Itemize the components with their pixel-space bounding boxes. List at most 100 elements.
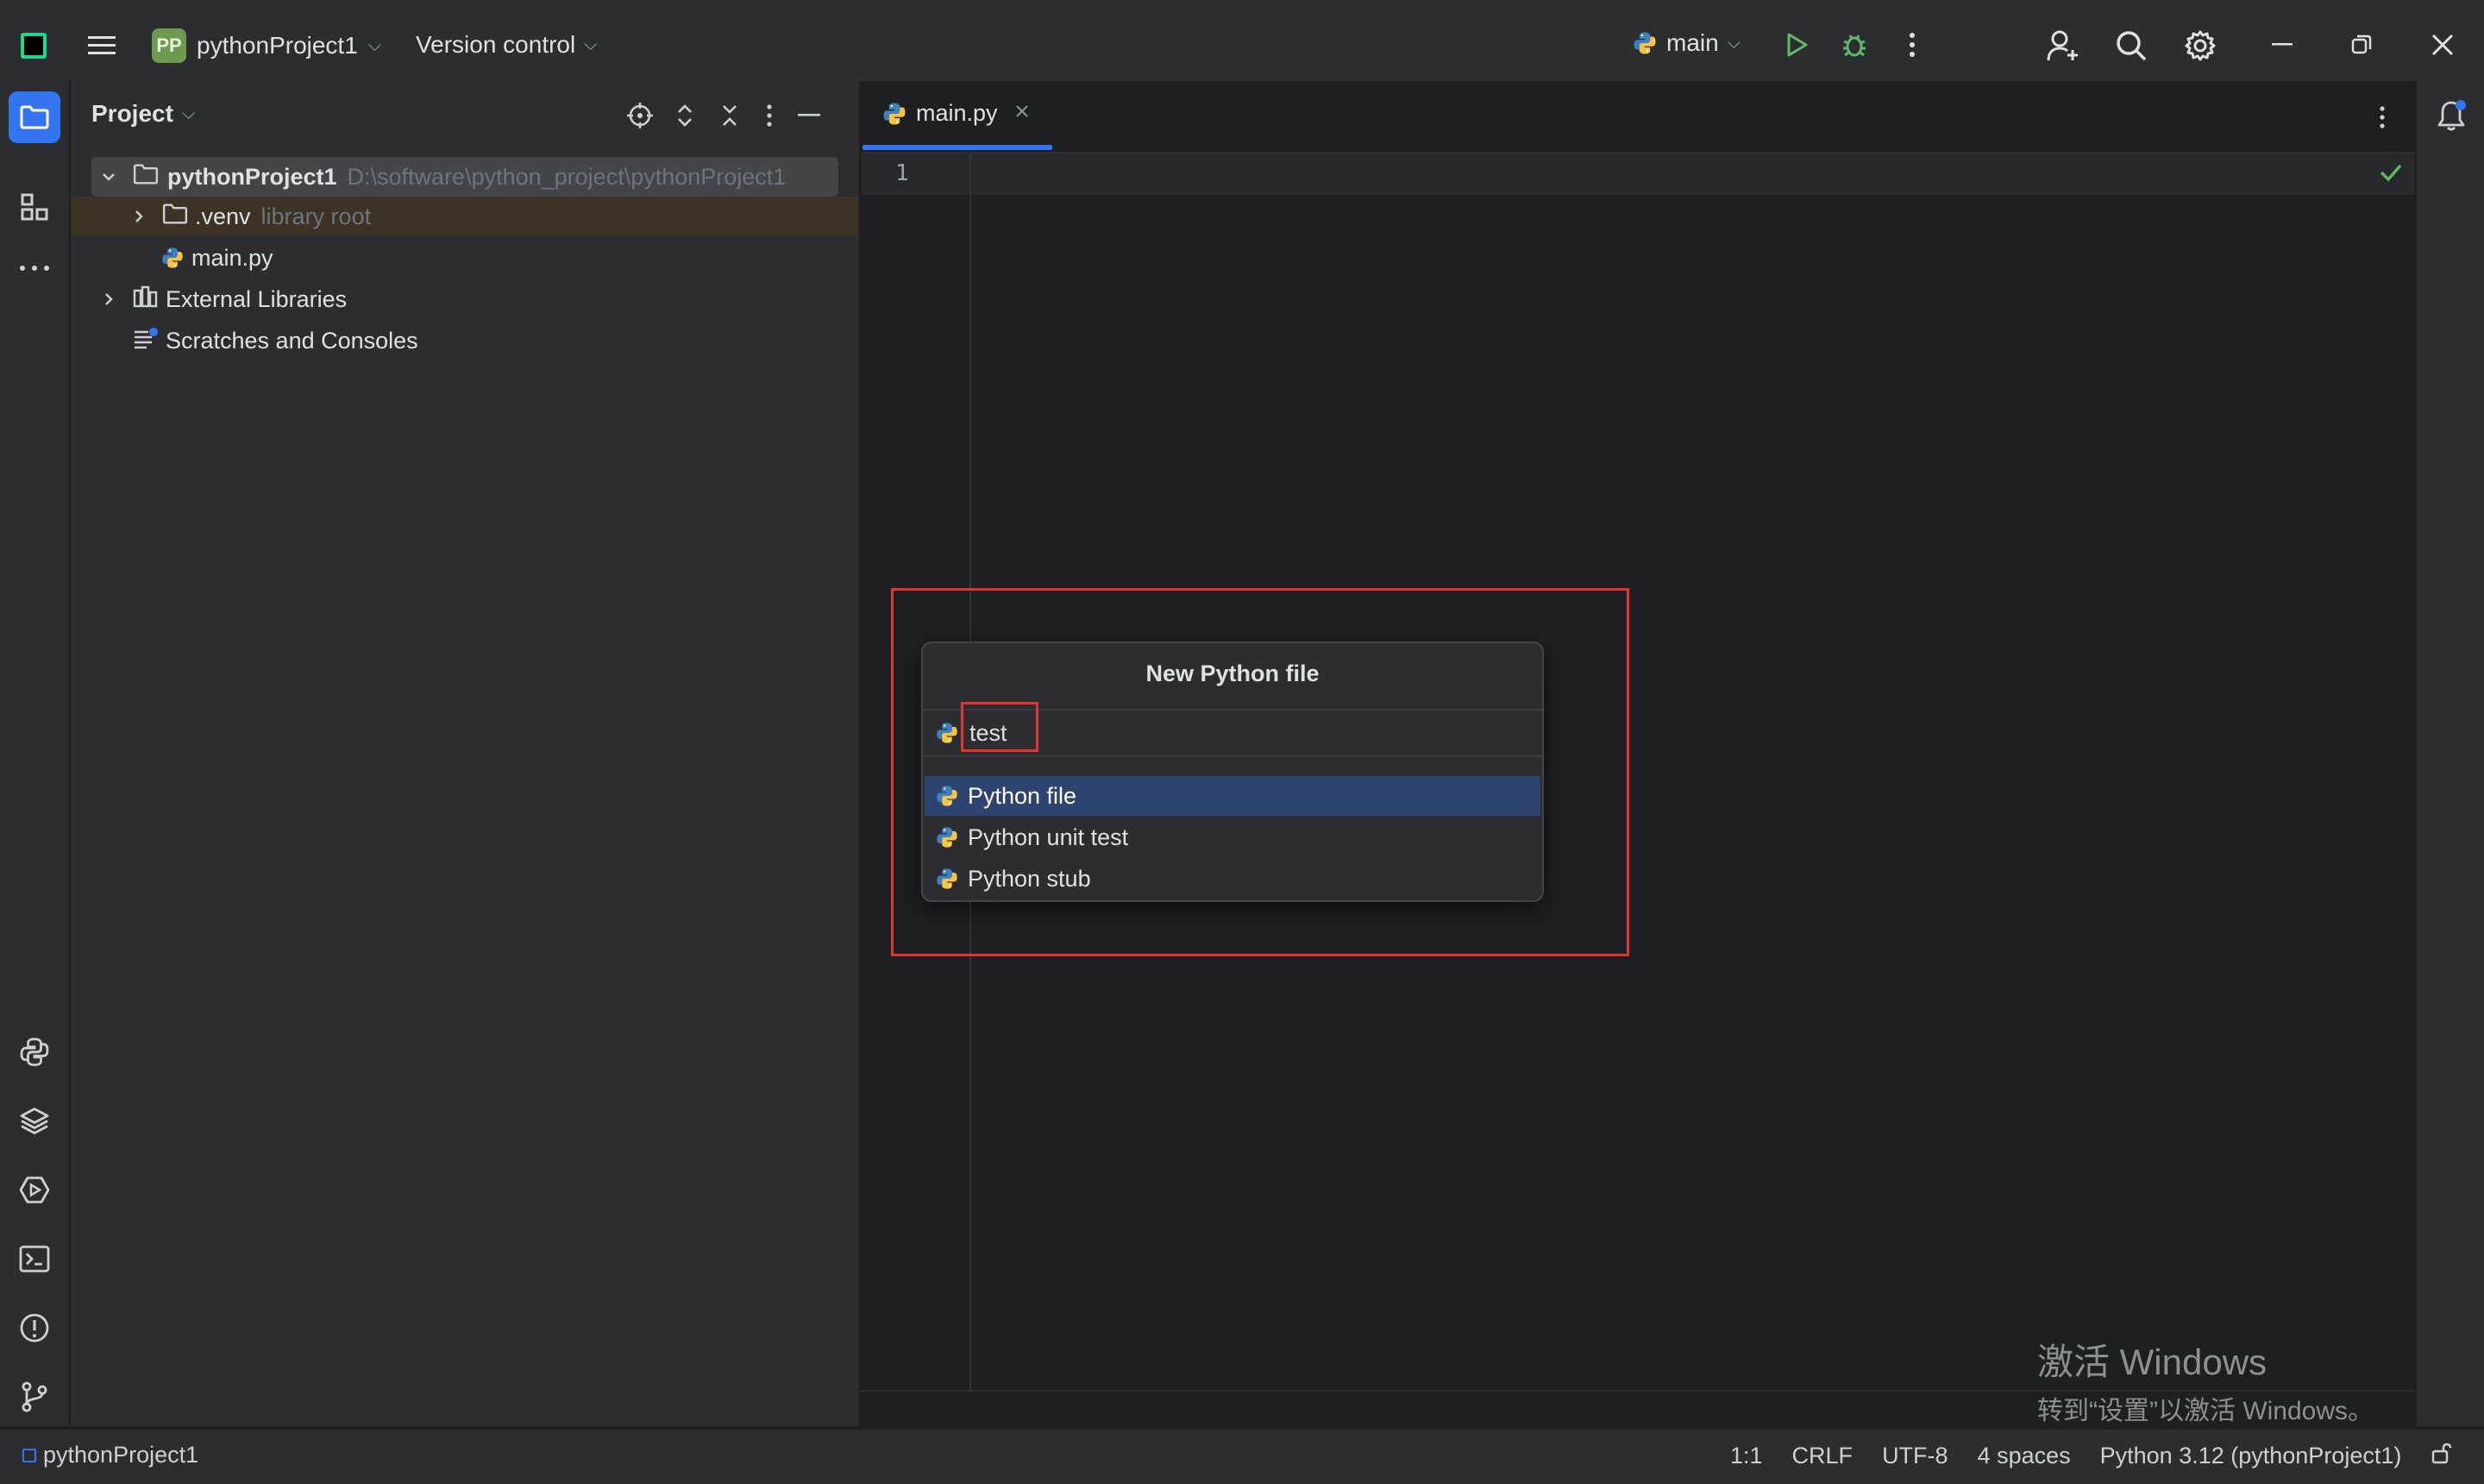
- notifications-bell-icon[interactable]: [2432, 97, 2470, 135]
- file-encoding[interactable]: UTF-8: [1882, 1443, 1948, 1469]
- main-file-name: main.py: [191, 244, 273, 271]
- scratches-icon: [133, 327, 159, 355]
- version-control-label: Version control: [416, 31, 576, 58]
- option-python-file[interactable]: Python file: [925, 776, 1540, 816]
- option-label: Python unit test: [968, 823, 1129, 850]
- title-bar: PP pythonProject1 ⌵ Version control ⌵ ma…: [0, 0, 2484, 81]
- project-panel-title: Project: [91, 100, 173, 127]
- chevron-right-icon: [91, 292, 126, 306]
- main-menu-icon[interactable]: [85, 28, 119, 63]
- collapse-all-icon[interactable]: [714, 100, 745, 131]
- folder-icon: [133, 164, 159, 191]
- venv-hint: library root: [260, 203, 372, 229]
- option-python-stub[interactable]: Python stub: [925, 859, 1540, 899]
- read-only-lock-icon[interactable]: [2431, 1442, 2453, 1470]
- code-with-me-icon[interactable]: [2044, 28, 2082, 64]
- tree-row-venv[interactable]: .venv library root: [71, 197, 857, 236]
- chevron-down-icon: [91, 172, 126, 181]
- python-interpreter[interactable]: Python 3.12 (pythonProject1): [2100, 1443, 2402, 1469]
- watermark-line1: 激活 Windows: [2037, 1342, 2268, 1382]
- bug-icon: [1843, 34, 1866, 57]
- minimize-window-icon[interactable]: [2265, 28, 2299, 62]
- indent-setting[interactable]: 4 spaces: [1978, 1443, 2071, 1469]
- option-label: Python stub: [968, 865, 1091, 892]
- project-tool-folder-icon[interactable]: [9, 91, 60, 143]
- chevron-down-icon: ⌵: [584, 34, 598, 54]
- option-python-unit-test[interactable]: Python unit test: [925, 817, 1540, 857]
- search-icon[interactable]: [2113, 28, 2149, 64]
- chevron-down-icon: ⌵: [1727, 33, 1741, 53]
- cursor-position[interactable]: 1:1: [1730, 1443, 1763, 1469]
- debug-button[interactable]: [1837, 28, 1872, 62]
- python-console-icon[interactable]: [16, 1033, 53, 1071]
- more-actions-icon[interactable]: [1899, 28, 1925, 62]
- dialog-title: New Python file: [1145, 661, 1320, 686]
- editor-tabs-options-icon[interactable]: [2372, 102, 2393, 133]
- folder-icon: [162, 204, 188, 230]
- project-root-path: D:\software\python_project\pythonProject…: [347, 163, 787, 190]
- chevron-right-icon: [126, 210, 152, 223]
- python-icon: [935, 825, 959, 849]
- editor-tab-bar: [861, 81, 2415, 153]
- active-tab-underline: [862, 145, 1052, 150]
- run-config-selector[interactable]: main ⌵: [1632, 29, 1741, 57]
- tree-row-main-py[interactable]: main.py: [160, 238, 273, 278]
- line-separator[interactable]: CRLF: [1792, 1443, 1854, 1469]
- status-bar: pythonProject1 1:1 CRLF UTF-8 4 spaces P…: [0, 1428, 2484, 1484]
- chevron-down-icon: ⌵: [367, 35, 381, 55]
- expand-all-icon[interactable]: [669, 100, 700, 131]
- structure-icon[interactable]: [16, 188, 53, 226]
- version-control-menu[interactable]: Version control ⌵: [416, 31, 597, 59]
- panel-options-icon[interactable]: [759, 100, 780, 131]
- project-panel-header[interactable]: Project ⌵: [91, 100, 195, 128]
- line-number: 1: [895, 160, 909, 186]
- windows-activation-watermark: 激活 Windows 转到“设置”以激活 Windows。: [2037, 1333, 2374, 1427]
- python-icon: [935, 721, 959, 745]
- module-square-icon: [22, 1448, 36, 1462]
- pycharm-logo-icon: [21, 33, 47, 59]
- locate-file-icon[interactable]: [624, 100, 656, 131]
- left-tool-strip: [0, 81, 71, 1426]
- python-file-icon: [160, 246, 185, 270]
- problems-icon[interactable]: [16, 1309, 53, 1347]
- close-tab-icon[interactable]: [1015, 104, 1029, 122]
- new-python-file-dialog: New Python file Python file Python unit …: [921, 642, 1544, 902]
- python-icon: [935, 784, 959, 808]
- no-problems-check-icon: [2379, 162, 2403, 187]
- scratches-label: Scratches and Consoles: [166, 327, 418, 354]
- terminal-icon[interactable]: [16, 1240, 53, 1278]
- python-icon: [1632, 30, 1658, 56]
- filename-input[interactable]: [966, 716, 1521, 750]
- tab-label: main.py: [916, 100, 998, 126]
- project-root-name: pythonProject1: [167, 163, 337, 190]
- python-icon: [935, 867, 959, 891]
- run-button[interactable]: [1780, 28, 1815, 62]
- project-name: pythonProject1: [197, 32, 358, 59]
- venv-name: .venv: [195, 203, 251, 229]
- python-packages-layers-icon[interactable]: [16, 1102, 53, 1140]
- option-label: Python file: [968, 782, 1077, 809]
- project-badge: PP: [152, 28, 186, 63]
- editor-tab-main-py[interactable]: main.py: [881, 100, 1029, 127]
- services-run-icon[interactable]: [16, 1171, 53, 1209]
- tree-row-project-root[interactable]: pythonProject1 D:\software\python_projec…: [91, 157, 838, 197]
- close-window-icon[interactable]: [2425, 28, 2460, 62]
- right-tool-strip: [2415, 81, 2484, 1426]
- run-icon: [1787, 33, 1808, 57]
- git-branch-icon[interactable]: [16, 1378, 53, 1416]
- tree-row-scratches[interactable]: Scratches and Consoles: [126, 321, 418, 360]
- dialog-divider-mid: [923, 755, 1542, 757]
- settings-gear-icon[interactable]: [2182, 28, 2218, 64]
- tree-row-external-libraries[interactable]: External Libraries: [91, 279, 347, 319]
- python-file-icon: [881, 101, 907, 127]
- library-icon: [133, 285, 159, 314]
- restore-window-icon[interactable]: [2344, 28, 2379, 62]
- highlight-box-input: [961, 702, 1038, 752]
- run-config-name: main: [1666, 29, 1719, 56]
- external-libraries-label: External Libraries: [166, 285, 348, 312]
- chevron-down-icon: ⌵: [181, 103, 196, 123]
- project-switcher[interactable]: PP pythonProject1 ⌵: [152, 28, 381, 63]
- hide-panel-icon[interactable]: [794, 100, 825, 131]
- status-project-breadcrumb[interactable]: pythonProject1: [22, 1442, 198, 1468]
- more-tools-icon[interactable]: [16, 255, 53, 281]
